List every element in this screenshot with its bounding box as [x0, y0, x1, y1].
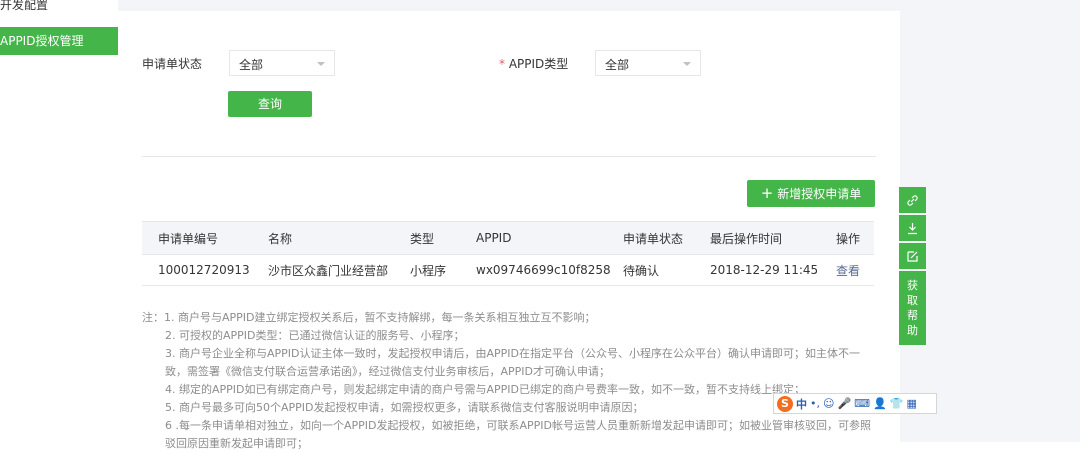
chevron-down-icon [683, 62, 691, 66]
note-line: 驳回原因重新发起申请即可； [165, 437, 308, 450]
grid-menu-icon[interactable]: ▦ [906, 397, 916, 410]
chevron-down-icon [317, 62, 325, 66]
sidebar-item-dev-config[interactable]: 开发配置 [0, 0, 118, 19]
type-select[interactable]: 全部 [595, 50, 701, 76]
cell-last-op-time: 2018-12-29 11:45 [710, 254, 836, 286]
note-line: 4. 绑定的APPID如已有绑定商户号，则发起绑定申请的商户号需与APPID已绑… [165, 383, 805, 396]
status-select-value: 全部 [239, 58, 264, 72]
type-filter-label-text: APPID类型 [508, 57, 569, 71]
cell-id: 100012720913 [142, 254, 268, 286]
column-header-last-op-time: 最后操作时间 [710, 221, 836, 255]
punctuation-icon[interactable]: •, [810, 397, 820, 410]
download-icon[interactable] [899, 215, 926, 241]
view-link[interactable]: 查看 [836, 254, 874, 286]
note-line: 5. 商户号最多可向50个APPID发起授权申请，如需授权更多，请联系微信支付客… [165, 401, 644, 414]
type-select-value: 全部 [605, 58, 630, 72]
emoji-icon[interactable]: ☺ [823, 397, 834, 410]
note-line: 2. 可授权的APPID类型：已通过微信认证的服务号、小程序； [165, 329, 465, 342]
sidebar: 开发配置 APPID授权管理 [0, 0, 119, 442]
get-help-button[interactable]: 获 取 帮 助 [899, 271, 926, 345]
plus-icon: + [760, 184, 774, 202]
float-toolbar: 获 取 帮 助 [899, 187, 926, 345]
sidebar-item-label: 开发配置 [0, 0, 49, 12]
column-header-appid: APPID [476, 221, 623, 255]
column-header-status: 申请单状态 [623, 221, 710, 255]
microphone-icon[interactable]: 🎤 [837, 397, 851, 410]
keyboard-icon[interactable]: ⌨ [854, 397, 870, 410]
cell-status: 待确认 [623, 254, 710, 286]
divider [142, 156, 876, 157]
skin-icon[interactable]: 👕 [890, 397, 904, 410]
column-header-type: 类型 [410, 221, 476, 255]
ime-toolbar: S 中 •, ☺ 🎤 ⌨ 👤 👕 ▦ [773, 393, 937, 414]
top-band [118, 0, 900, 11]
status-filter-label: 申请单状态 [142, 57, 203, 71]
user-icon[interactable]: 👤 [873, 397, 887, 410]
table-row: 100012720913 沙市区众鑫门业经营部 小程序 wx09746699c1… [142, 254, 874, 286]
required-mark: * [499, 57, 505, 71]
note-line: 致，需签署《微信支付联合运营承诺函》，经过微信支付业务审核后，APPID才可确认… [165, 365, 611, 378]
sidebar-item-appid-auth[interactable]: APPID授权管理 [0, 27, 118, 55]
cell-name: 沙市区众鑫门业经营部 [268, 254, 410, 286]
query-button[interactable]: 查询 [228, 91, 312, 117]
status-select[interactable]: 全部 [229, 50, 335, 76]
sogou-logo-icon[interactable]: S [777, 395, 793, 412]
cell-type: 小程序 [410, 254, 476, 286]
column-header-id: 申请单编号 [142, 221, 268, 255]
ime-mode-toggle[interactable]: 中 [796, 396, 807, 412]
auth-request-table: 申请单编号 名称 类型 APPID 申请单状态 最后操作时间 操作 100012… [142, 221, 874, 286]
note-line: 3. 商户号企业全称与APPID认证主体一致时，发起授权申请后，由APPID在指… [165, 347, 860, 360]
add-auth-request-button[interactable]: + 新增授权申请单 [747, 180, 875, 207]
right-background [900, 0, 1080, 442]
column-header-name: 名称 [268, 221, 410, 255]
note-line: 6 .每一条申请单相对独立，如向一个APPID发起授权，如被拒绝，可联系APPI… [165, 419, 871, 432]
table-header-row: 申请单编号 名称 类型 APPID 申请单状态 最后操作时间 操作 [142, 221, 874, 255]
column-header-action: 操作 [836, 221, 874, 255]
add-auth-request-label: 新增授权申请单 [777, 187, 862, 201]
link-icon[interactable] [899, 187, 926, 213]
type-filter-label: * APPID类型 [499, 55, 568, 72]
cell-appid: wx09746699c10f8258 [476, 254, 623, 286]
notes: 注：1. 商户号与APPID建立绑定授权关系后，暂不支持解绑，每一条关系相互独立… [142, 309, 882, 453]
sidebar-item-label: APPID授权管理 [0, 34, 84, 48]
edit-icon[interactable] [899, 243, 926, 269]
notes-prefix: 注： [142, 311, 164, 324]
note-line: 注：1. 商户号与APPID建立绑定授权关系后，暂不支持解绑，每一条关系相互独立… [142, 311, 596, 324]
